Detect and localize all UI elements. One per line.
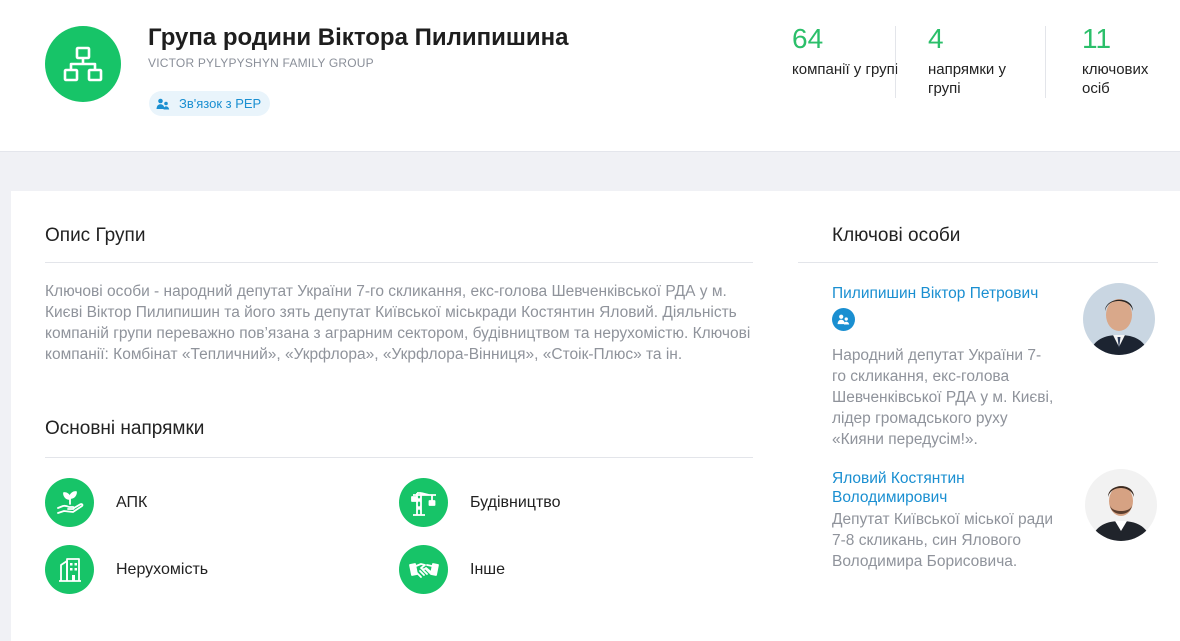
direction-real-estate[interactable]: Нерухомість [45, 545, 208, 594]
section-divider [45, 457, 753, 458]
directions-title: Основні напрямки [45, 418, 205, 439]
key-persons-title: Ключові особи [832, 225, 961, 246]
avatar[interactable] [1085, 469, 1157, 541]
building-icon [45, 545, 94, 594]
section-divider [45, 262, 753, 263]
pep-connection-link[interactable]: Зв'язок з PEP [149, 91, 271, 116]
stat-companies-label: компанії у групі [792, 61, 899, 78]
group-header: Група родини Віктора Пилипишина VICTOR P… [0, 0, 1180, 152]
group-description: Ключові особи - народний депутат України… [45, 283, 751, 363]
stat-divider [895, 26, 896, 98]
direction-other[interactable]: Інше [399, 545, 505, 594]
person-name-link[interactable]: Пилипишин Віктор Петрович [832, 284, 1062, 303]
page-title: Група родини Віктора Пилипишина [148, 24, 569, 51]
direction-construction[interactable]: Будівництво [399, 478, 561, 527]
stat-divider [1045, 26, 1046, 98]
group-logo [45, 26, 121, 102]
direction-construction-label: Будівництво [470, 493, 561, 511]
section-divider [798, 262, 1158, 263]
people-icon [837, 314, 850, 325]
person-description: Народний депутат України 7-го скликання,… [832, 347, 1054, 448]
group-details-card: Опис Групи Ключові особи - народний депу… [11, 191, 1180, 641]
direction-real-estate-label: Нерухомість [116, 560, 209, 578]
stat-directions-value: 4 [928, 23, 944, 54]
direction-other-label: Інше [470, 560, 506, 578]
stat-key-persons-value: 11 [1082, 23, 1112, 54]
person-name-link[interactable]: Яловий Костянтин Володимирович [832, 469, 1062, 507]
handshake-icon [399, 545, 448, 594]
pep-connection-label: Зв'язок з PEP [179, 96, 262, 111]
avatar[interactable] [1083, 283, 1155, 355]
stat-directions: 4 напрямки у групі [928, 22, 1038, 98]
stat-companies-value: 64 [792, 23, 824, 54]
org-structure-icon [63, 46, 103, 82]
page-subtitle: VICTOR PYLYPYSHYN FAMILY GROUP [148, 56, 374, 70]
stat-key-persons-label: ключових осіб [1082, 61, 1149, 97]
people-icon [155, 96, 171, 112]
crane-icon [399, 478, 448, 527]
direction-agro[interactable]: АПК [45, 478, 147, 527]
stat-directions-label: напрямки у групі [928, 61, 1006, 97]
person-description: Депутат Київської міської ради 7-8 склик… [832, 511, 1053, 570]
plant-hand-icon [45, 478, 94, 527]
stat-companies: 64 компанії у групі [792, 22, 902, 79]
stat-key-persons: 11 ключових осіб [1082, 22, 1172, 98]
pep-badge[interactable] [832, 308, 855, 331]
direction-agro-label: АПК [116, 493, 148, 511]
description-title: Опис Групи [45, 225, 146, 246]
